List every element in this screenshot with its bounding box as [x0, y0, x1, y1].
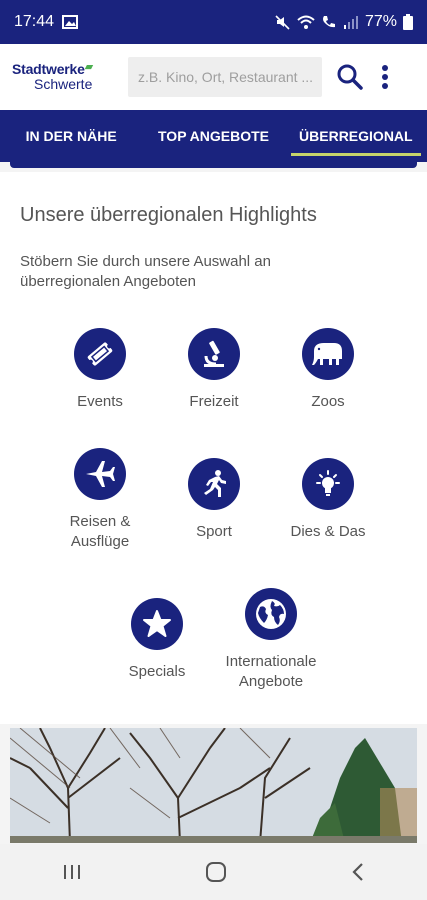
- category-label: Internationale Angebote: [225, 653, 317, 690]
- category-label: Specials: [128, 663, 186, 680]
- status-bar: 17:44 77%: [0, 0, 427, 44]
- recent-apps-icon[interactable]: [61, 863, 83, 881]
- category-label: Events: [77, 393, 123, 410]
- search-icon: [337, 64, 363, 90]
- page-subtitle: Stöbern Sie durch unsere Auswahl an über…: [20, 253, 271, 290]
- category-label: Zoos: [311, 393, 345, 410]
- logo-line1: Stadtwerke: [12, 61, 85, 78]
- category-sport[interactable]: Sport: [154, 458, 274, 542]
- image-notification-icon: [62, 15, 79, 29]
- back-icon[interactable]: [350, 861, 366, 883]
- logo-line2: Schwerte: [34, 76, 93, 92]
- lightbulb-icon: [316, 470, 340, 496]
- call-icon: [322, 16, 335, 28]
- more-vert-icon: [382, 65, 388, 89]
- trees-photo: [10, 728, 417, 843]
- more-menu-button[interactable]: [370, 57, 400, 97]
- page-title: Unsere überregionalen Highlights: [20, 204, 317, 226]
- search-placeholder: z.B. Kino, Ort, Restaurant ...: [138, 69, 314, 85]
- category-zoos[interactable]: Zoos: [268, 328, 388, 412]
- airplane-icon: [86, 461, 115, 487]
- category-label: Freizeit: [189, 393, 239, 410]
- highlights-card: Unsere überregionalen Highlights Stöbern…: [0, 172, 427, 724]
- tab-bar: IN DER NÄHE TOP ANGEBOTE ÜBERREGIONAL: [0, 110, 427, 162]
- elephant-icon: [312, 343, 342, 365]
- system-nav-bar: [0, 844, 427, 900]
- tab-ueberregional[interactable]: ÜBERREGIONAL: [285, 110, 427, 162]
- tab-top-angebote[interactable]: TOP ANGEBOTE: [142, 110, 284, 162]
- stadtwerke-logo[interactable]: Stadtwerke▰ Schwerte: [12, 61, 122, 92]
- status-time: 17:44: [14, 13, 55, 30]
- runner-icon: [204, 470, 226, 497]
- tab-bar-edge: [10, 162, 417, 168]
- microscope-icon: [204, 340, 224, 367]
- tab-in-der-naehe[interactable]: IN DER NÄHE: [0, 110, 142, 162]
- category-label: Dies & Das: [290, 523, 366, 540]
- wifi-icon: [297, 15, 315, 29]
- signal-icon: [343, 16, 358, 29]
- category-freizeit[interactable]: Freizeit: [154, 328, 274, 412]
- battery-percent: 77%: [364, 13, 397, 30]
- ticket-icon: [87, 342, 113, 366]
- category-reisen[interactable]: Reisen & Ausflüge: [40, 448, 160, 552]
- category-events[interactable]: Events: [40, 328, 160, 412]
- app-header: Stadtwerke▰ Schwerte z.B. Kino, Ort, Res…: [0, 44, 427, 110]
- home-icon[interactable]: [205, 861, 227, 883]
- category-label: Reisen & Ausflüge: [69, 513, 131, 550]
- category-international[interactable]: Internationale Angebote: [211, 588, 331, 692]
- search-input[interactable]: z.B. Kino, Ort, Restaurant ...: [128, 57, 322, 97]
- teaser-image[interactable]: [10, 728, 417, 843]
- mute-icon: [275, 15, 290, 30]
- category-specials[interactable]: Specials: [97, 598, 217, 682]
- category-label: Sport: [196, 523, 232, 540]
- battery-icon: [403, 14, 413, 30]
- search-button[interactable]: [330, 57, 370, 97]
- globe-icon: [256, 599, 286, 629]
- category-dies-das[interactable]: Dies & Das: [268, 458, 388, 542]
- star-icon: [143, 610, 171, 637]
